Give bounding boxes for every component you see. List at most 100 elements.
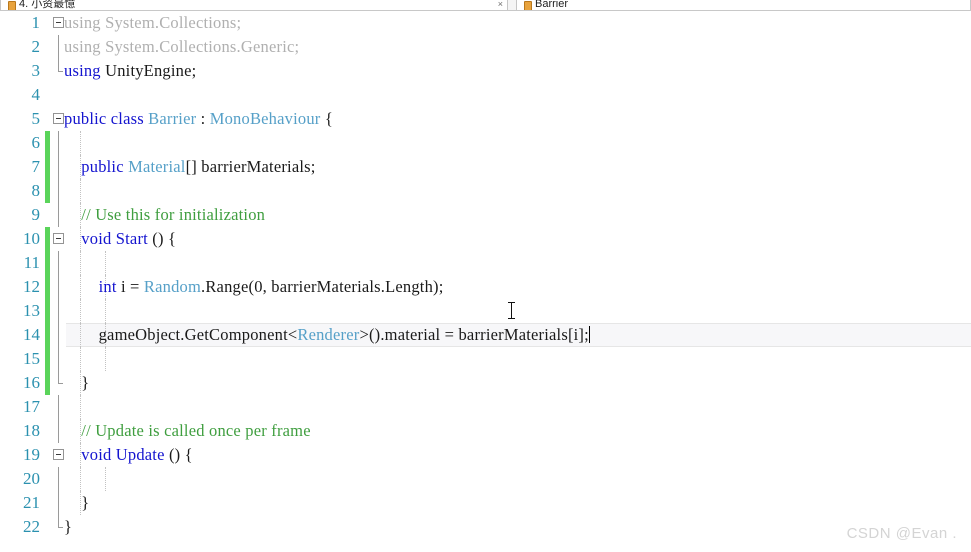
line-number: 17 [23,397,40,416]
code-line[interactable]: 22} [0,515,971,539]
line-number: 10 [23,229,40,248]
change-bar-indicator [45,299,50,323]
line-number: 21 [23,493,40,512]
code-line[interactable]: 21 } [0,491,971,515]
editor-tab-strip: 4. 小资最憶 × Barrier [0,0,971,11]
indent-guide [80,299,81,323]
line-number: 4 [31,85,41,104]
outlining-guide-line [58,515,63,528]
indent-guide [80,179,81,203]
line-number: 8 [31,181,41,200]
outlining-guide-line [58,203,59,227]
code-token: int [64,277,121,296]
line-number: 12 [23,277,40,296]
code-line[interactable]: 19 void Update () { [0,443,971,467]
code-line[interactable]: 10 void Start () { [0,227,971,251]
code-text: gameObject.GetComponent<Renderer>().mate… [64,323,590,347]
collapse-region-icon[interactable] [53,233,64,244]
code-text: using System.Collections; [64,11,241,35]
outlining-guide-line [58,35,59,59]
code-line[interactable]: 6 [0,131,971,155]
code-token: MonoBehaviour [209,109,321,128]
collapse-region-icon[interactable] [53,113,64,124]
code-line[interactable]: 3 using UnityEngine; [0,59,971,83]
code-line[interactable]: 1 using System.Collections; [0,11,971,35]
code-token: () { [147,229,177,248]
indent-guide [80,467,81,491]
code-token: UnityEngine; [105,61,197,80]
code-token: Update [115,445,165,464]
line-number: 18 [23,421,40,440]
change-bar-indicator [45,323,50,347]
code-editor-surface[interactable]: 1 using System.Collections; 2 using System.… [0,11,971,552]
line-number: 14 [23,325,40,344]
outlining-guide-line [58,59,63,72]
code-token: : [196,109,210,128]
outlining-guide-line [58,299,59,323]
code-editor-window: 4. 小资最憶 × Barrier 1 using System.Collecti… [0,0,971,552]
code-line[interactable]: 11 [0,251,971,275]
code-line[interactable]: 12 int i = Random.Range(0, barrierMateri… [0,275,971,299]
code-line[interactable]: 8 [0,179,971,203]
outlining-guide-line [58,491,59,515]
indent-guide [80,251,81,275]
outlining-guide-line [58,467,59,491]
code-line[interactable]: 16 } [0,371,971,395]
outlining-guide-line [58,419,59,443]
editor-tab-barrier[interactable]: Barrier [516,0,971,10]
change-bar-indicator [45,275,50,299]
outlining-guide-line [58,395,59,419]
code-line[interactable]: 17 [0,395,971,419]
code-line[interactable]: 20 [0,467,971,491]
indent-guide [105,251,106,275]
code-line[interactable]: 14 gameObject.GetComponent<Renderer>().m… [0,323,971,347]
code-line[interactable]: 5 public class Barrier : MonoBehaviour { [0,107,971,131]
close-icon[interactable]: × [498,0,503,9]
code-token: using [64,61,106,80]
editor-tab-other[interactable]: 4. 小资最憶 × [0,0,508,10]
line-number: 9 [31,205,41,224]
code-text: using System.Collections.Generic; [64,35,299,59]
code-text: } [64,515,72,539]
code-token: [] barrierMaterials; [185,157,316,176]
change-bar-indicator [45,179,50,203]
code-line[interactable]: 4 [0,83,971,107]
code-line[interactable]: 9 // Use this for initialization [0,203,971,227]
code-line[interactable]: 15 [0,347,971,371]
outlining-guide-line [58,323,59,347]
code-line[interactable]: 13 [0,299,971,323]
code-token: Random [143,277,202,296]
code-text: } [64,491,89,515]
code-token: // Update is called once per frame [64,421,311,440]
code-text: } [64,371,89,395]
code-token: Start [115,229,148,248]
indent-guide [105,347,106,371]
line-number: 15 [23,349,40,368]
code-token: i = [120,277,144,296]
line-number: 22 [23,517,40,536]
code-text: void Update () { [64,443,193,467]
indent-guide [80,395,81,419]
outlining-guide-line [58,155,59,179]
code-token: } [64,373,90,392]
code-token: using System.Collections; [64,13,242,32]
code-token: void [64,229,116,248]
code-line[interactable]: 18 // Update is called once per frame [0,419,971,443]
collapse-region-icon[interactable] [53,17,64,28]
change-bar-indicator [45,227,50,251]
code-text: public class Barrier : MonoBehaviour { [64,107,333,131]
code-line[interactable]: 2 using System.Collections.Generic; [0,35,971,59]
code-line[interactable]: 7 public Material[] barrierMaterials; [0,155,971,179]
code-token: // Use this for initialization [64,205,266,224]
code-token: gameObject.GetComponent< [64,325,298,344]
change-bar-indicator [45,371,50,395]
line-number: 5 [31,109,41,128]
indent-guide [80,131,81,155]
outlining-guide-line [58,179,59,203]
code-text: // Use this for initialization [64,203,265,227]
change-bar-indicator [45,131,50,155]
indent-guide [80,347,81,371]
collapse-region-icon[interactable] [53,449,64,460]
outlining-guide-line [58,131,59,155]
code-text: // Update is called once per frame [64,419,311,443]
